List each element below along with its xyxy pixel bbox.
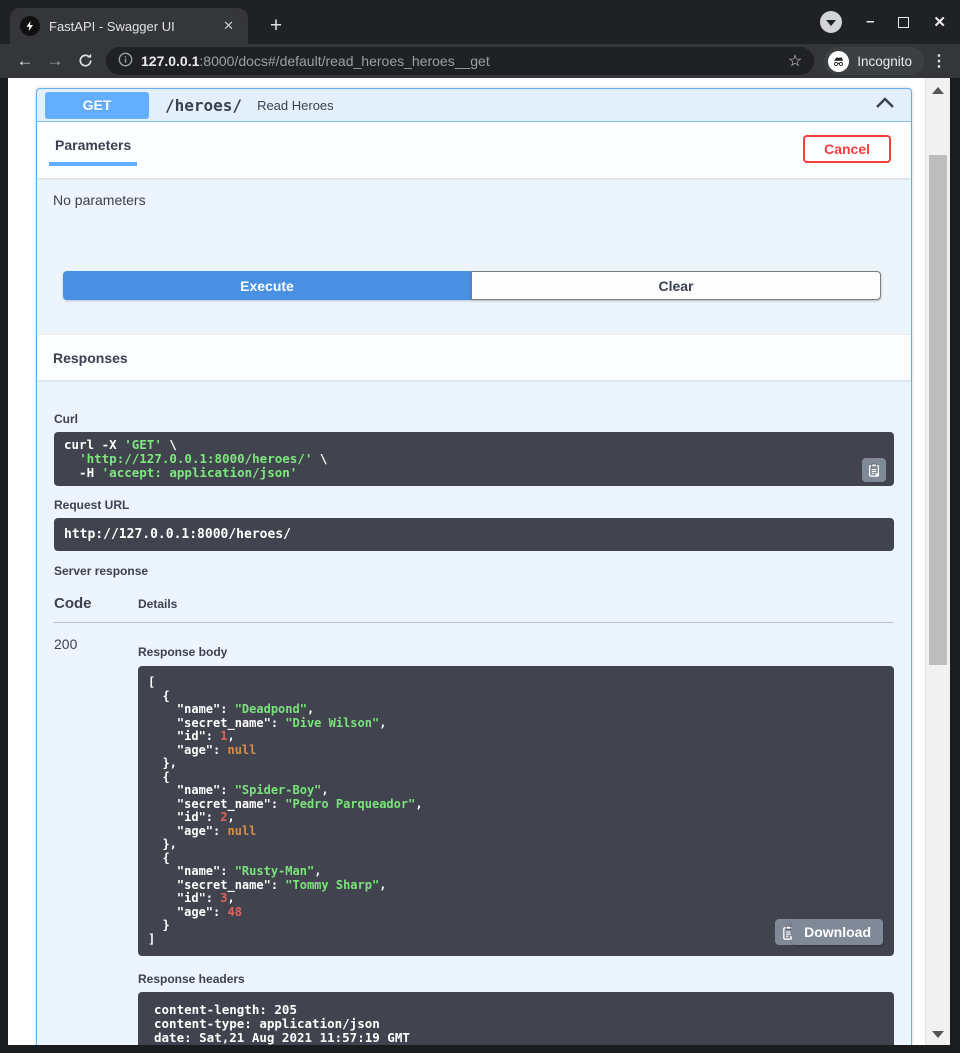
curl-block: curl -X 'GET' \ 'http://127.0.0.1:8000/h… [54,432,894,486]
back-icon[interactable]: ← [10,51,40,71]
scrollbar-up-icon[interactable] [932,87,944,94]
response-details: Response body [ { "name": "Deadpond", "s… [138,636,894,1045]
tab-strip: FastAPI - Swagger UI ✕ + – ✕ [0,0,960,44]
minimize-button[interactable]: – [866,17,874,27]
method-badge: GET [45,92,149,119]
execute-wrapper: Execute Clear [63,271,881,300]
incognito-badge: Incognito [824,47,924,75]
curl-command: curl -X 'GET' \ 'http://127.0.0.1:8000/h… [64,438,884,480]
tab-parameters[interactable]: Parameters [49,135,137,166]
server-response-label: Server response [54,564,894,578]
request-url-block: http://127.0.0.1:8000/heroes/ [54,518,894,551]
tab-title: FastAPI - Swagger UI [49,19,213,34]
browser-toolbar: ← → 127.0.0.1:8000/docs#/default/read_he… [0,44,960,78]
response-headers-text: content-length: 205 content-type: applic… [154,1003,878,1045]
url-text: 127.0.0.1:8000/docs#/default/read_heroes… [141,53,780,69]
endpoint-summary: Read Heroes [257,98,334,113]
response-body-label: Response body [138,645,894,659]
download-button[interactable]: Download [792,919,883,945]
page-viewport: GET /heroes/ Read Heroes Parameters Canc… [8,78,950,1045]
fastapi-favicon-icon [20,16,40,36]
execute-button[interactable]: Execute [63,271,471,300]
request-url-label: Request URL [54,498,894,512]
window-close-button[interactable]: ✕ [933,13,946,31]
new-tab-button[interactable]: + [262,12,290,40]
collapse-chevron-icon[interactable] [875,96,895,114]
scrollbar-thumb[interactable] [929,155,947,665]
page-scrollbar[interactable] [925,78,950,1045]
responses-content: Curl curl -X 'GET' \ 'http://127.0.0.1:8… [37,412,911,1045]
parameters-header: Parameters Cancel [37,122,911,178]
maximize-button[interactable] [898,17,909,28]
response-table-header: Code Details [54,595,894,623]
tab-close-icon[interactable]: ✕ [219,18,238,34]
browser-menu-icon[interactable]: ⋮ [928,51,950,71]
endpoint-path: /heroes/ [165,96,242,115]
incognito-icon [828,51,849,72]
window-controls: – ✕ [820,0,946,44]
no-parameters-text: No parameters [37,178,911,222]
opblock-summary[interactable]: GET /heroes/ Read Heroes [37,89,911,122]
response-row-200: 200 Response body [ { "name": "Deadpond"… [54,636,894,1045]
status-code: 200 [54,636,138,1045]
response-body-block: [ { "name": "Deadpond", "secret_name": "… [138,666,894,956]
responses-header: Responses [37,334,911,380]
address-bar[interactable]: 127.0.0.1:8000/docs#/default/read_heroes… [106,47,814,75]
code-column-header: Code [54,595,138,612]
request-url-value: http://127.0.0.1:8000/heroes/ [64,528,884,541]
scrollbar-down-icon[interactable] [932,1031,944,1038]
opblock-get-heroes: GET /heroes/ Read Heroes Parameters Canc… [36,88,912,1045]
copy-curl-icon[interactable] [862,458,886,482]
browser-tab[interactable]: FastAPI - Swagger UI ✕ [10,8,248,44]
response-headers-block: content-length: 205 content-type: applic… [138,992,894,1045]
bookmark-star-icon[interactable]: ☆ [788,51,802,71]
response-headers-label: Response headers [138,972,894,986]
curl-label: Curl [54,412,894,426]
clear-button[interactable]: Clear [471,271,881,300]
reload-icon[interactable] [70,51,100,71]
incognito-label: Incognito [857,54,912,69]
forward-icon[interactable]: → [40,51,70,71]
response-body-json: [ { "name": "Deadpond", "secret_name": "… [148,676,884,946]
cancel-button[interactable]: Cancel [803,135,891,163]
site-info-icon[interactable] [118,52,133,70]
details-column-header: Details [138,597,177,611]
tab-search-icon[interactable] [820,11,842,33]
